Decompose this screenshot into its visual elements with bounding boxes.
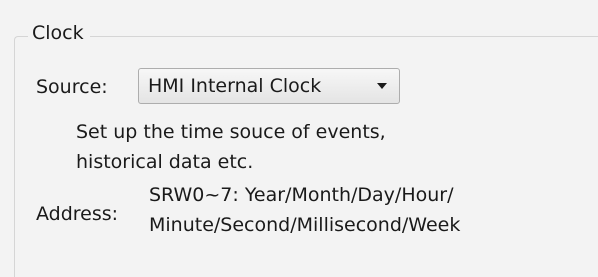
source-description-line: historical data etc. [76,151,254,173]
address-value-line: Minute/Second/Millisecond/Week [149,214,461,236]
source-description-line: Set up the time souce of events, [76,121,386,143]
clock-settings-panel: Clock Source: HMI Internal Clock Set up … [0,0,598,277]
chevron-down-icon [377,83,387,89]
address-value-line: SRW0~7: Year/Month/Day/Hour/ [149,184,454,206]
address-value: SRW0~7: Year/Month/Day/Hour/ Minute/Seco… [149,180,460,240]
address-label: Address: [36,203,119,225]
source-description: Set up the time souce of events, histori… [76,117,386,177]
source-dropdown[interactable]: HMI Internal Clock [138,68,400,104]
clock-group-title: Clock [28,19,90,47]
source-dropdown-value: HMI Internal Clock [148,75,322,97]
source-label: Source: [36,76,108,98]
